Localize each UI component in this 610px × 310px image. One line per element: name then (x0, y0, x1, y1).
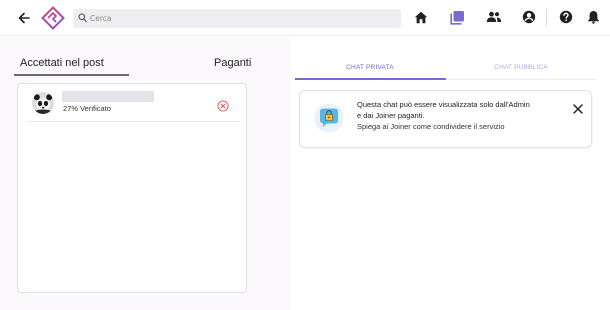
lock-chat-icon (314, 103, 344, 133)
active-tab-indicator (14, 74, 129, 76)
avatar (32, 92, 54, 114)
list-item[interactable]: 27% Verificato (26, 90, 240, 122)
remove-icon[interactable] (217, 97, 229, 112)
member-name (62, 91, 154, 102)
search-bar (73, 9, 401, 28)
logo-icon[interactable] (41, 6, 65, 30)
account-icon[interactable] (521, 9, 537, 25)
groups-icon[interactable] (449, 9, 465, 25)
people-icon[interactable] (486, 9, 502, 25)
back-arrow-icon[interactable] (15, 9, 33, 27)
close-icon[interactable] (572, 100, 584, 114)
active-chat-tab-indicator (295, 78, 446, 80)
home-icon[interactable] (413, 9, 429, 25)
top-bar (0, 0, 610, 36)
chat-tab-divider (446, 79, 596, 80)
verification-status: 27% Verificato (63, 104, 111, 113)
chat-share-hint: Spiega ai Joiner come condividere il ser… (357, 122, 505, 131)
tab-accettati[interactable]: Accettati nel post (20, 57, 104, 69)
members-list: 27% Verificato (17, 83, 247, 293)
help-icon[interactable] (558, 9, 574, 25)
search-icon (78, 13, 87, 23)
nav-divider (546, 9, 547, 26)
search-input[interactable] (90, 9, 390, 28)
bell-icon[interactable] (585, 9, 601, 25)
chat-info-text: Questa chat può essere visualizzata solo… (357, 100, 530, 109)
tab-chat-privata[interactable]: CHAT PRIVATA (295, 64, 445, 71)
tab-paganti[interactable]: Paganti (214, 57, 251, 69)
chat-info-card: Questa chat può essere visualizzata solo… (299, 90, 592, 148)
tab-chat-pubblica[interactable]: CHAT PUBBLICA (446, 64, 596, 71)
chat-info-text-continued: e dai Joiner paganti. (357, 111, 425, 120)
